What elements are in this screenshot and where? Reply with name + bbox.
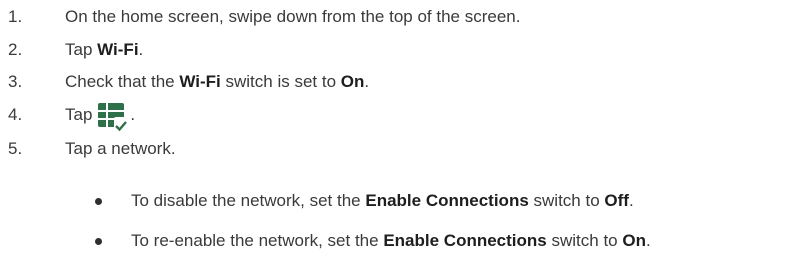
step-number: 4. bbox=[8, 105, 23, 124]
off-term: Off bbox=[604, 191, 629, 210]
on-term: On bbox=[622, 231, 646, 250]
step-text-mid: switch is set to bbox=[225, 72, 337, 91]
step-text: Tap Wi-Fi. bbox=[65, 40, 143, 60]
bullet-text-mid: switch to bbox=[551, 231, 618, 250]
step-text-pre: Tap bbox=[65, 40, 93, 59]
step-text-post: . bbox=[130, 105, 136, 124]
bullet-text-pre: To re-enable the network, set the bbox=[131, 231, 379, 250]
step-text-post: . bbox=[364, 72, 370, 91]
step-text: Check that the Wi-Fi switch is set to On… bbox=[65, 72, 369, 92]
bullet-text: To re-enable the network, set the Enable… bbox=[131, 231, 651, 251]
instruction-document: 1. On the home screen, swipe down from t… bbox=[0, 0, 789, 275]
on-term: On bbox=[340, 72, 365, 91]
wifi-term: Wi-Fi bbox=[179, 72, 221, 91]
step-text-pre: Tap bbox=[65, 105, 93, 124]
step-number: 5. bbox=[8, 139, 23, 158]
bullet-icon bbox=[95, 197, 102, 205]
step-text-pre: Check that the bbox=[65, 72, 175, 91]
bullet-item-disable: To disable the network, set the Enable C… bbox=[0, 188, 789, 214]
bullet-icon bbox=[95, 237, 102, 245]
step-number: 3. bbox=[8, 72, 23, 91]
step-number: 1. bbox=[8, 7, 23, 26]
wifi-term: Wi-Fi bbox=[97, 40, 139, 59]
step-number: 2. bbox=[8, 40, 23, 59]
step-text: Tap a network. bbox=[65, 139, 176, 158]
step-text-post: . bbox=[138, 40, 144, 59]
bullet-text-post: . bbox=[645, 231, 651, 250]
bullet-text-post: . bbox=[628, 191, 634, 210]
enable-connections-term: Enable Connections bbox=[365, 191, 529, 210]
enable-connections-term: Enable Connections bbox=[383, 231, 547, 250]
step-text: Tap . bbox=[65, 103, 136, 132]
bullet-item-reenable: To re-enable the network, set the Enable… bbox=[0, 228, 789, 254]
bullet-text: To disable the network, set the Enable C… bbox=[131, 191, 634, 211]
step-text: On the home screen, swipe down from the … bbox=[65, 7, 521, 26]
network-list-settings-icon bbox=[98, 103, 129, 132]
bullet-text-pre: To disable the network, set the bbox=[131, 191, 361, 210]
bullet-text-mid: switch to bbox=[533, 191, 600, 210]
